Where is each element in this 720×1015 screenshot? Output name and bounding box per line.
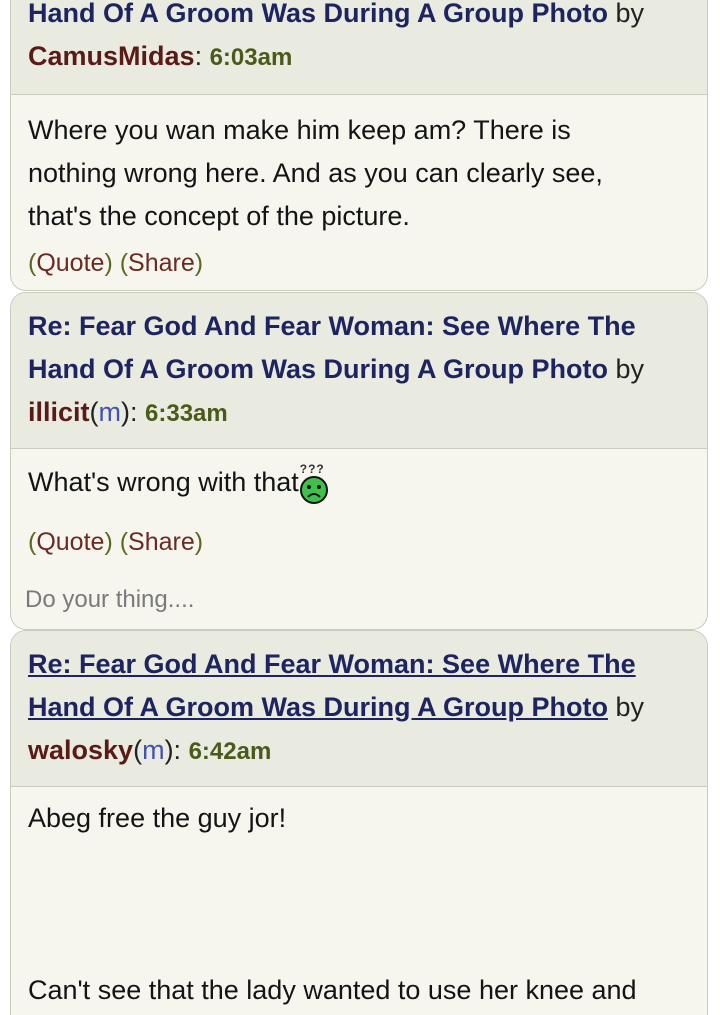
thread-view: Hand Of A Groom Was During A Group Photo… xyxy=(0,0,720,1015)
post-title-link[interactable]: Hand Of A Groom Was During A Group Photo xyxy=(28,0,608,28)
colon: : xyxy=(194,41,210,71)
post-time: 6:42am xyxy=(188,738,272,765)
post-title-link[interactable]: Re: Fear God And Fear Woman: See Where T… xyxy=(28,311,636,341)
post-walosky: Re: Fear God And Fear Woman: See Where T… xyxy=(10,630,708,1015)
body-line: Where you wan make him keep am? There is xyxy=(28,115,571,145)
paren-close: ): xyxy=(121,397,146,427)
question-marks: ??? xyxy=(299,462,325,476)
post-header: Re: Fear God And Fear Woman: See Where T… xyxy=(11,293,707,449)
paren-open: ( xyxy=(133,735,143,765)
author-link[interactable]: CamusMidas xyxy=(28,41,195,71)
post-body: What's wrong with that ??? xyxy=(11,449,707,523)
post-body: Abeg free the guy jor! Can't see that th… xyxy=(11,787,707,1012)
post-actions: (Quote) (Share) xyxy=(28,528,204,556)
post-header: Hand Of A Groom Was During A Group Photo… xyxy=(11,0,707,95)
share-link[interactable]: Share xyxy=(128,528,195,556)
post-illicit: Re: Fear God And Fear Woman: See Where T… xyxy=(10,292,708,578)
post-actions: (Quote) (Share) xyxy=(28,249,204,277)
post-title-link[interactable]: Hand Of A Groom Was During A Group Photo xyxy=(28,692,608,722)
post-time: 6:33am xyxy=(145,400,228,427)
quote-link[interactable]: Quote xyxy=(36,249,104,277)
body-line: Abeg free the guy jor! xyxy=(28,803,287,833)
post-title-link[interactable]: Re: Fear God And Fear Woman: See Where T… xyxy=(28,649,636,679)
paren-close: ): xyxy=(164,735,189,765)
confused-emoji-icon: ??? xyxy=(299,461,329,504)
by-label: by xyxy=(615,354,645,384)
post-body: Where you wan make him keep am? There is… xyxy=(11,95,707,238)
quote-link[interactable]: Quote xyxy=(36,528,104,556)
share-link[interactable]: Share xyxy=(128,249,195,277)
mod-badge[interactable]: m xyxy=(99,397,122,427)
post-header: Re: Fear God And Fear Woman: See Where T… xyxy=(11,631,707,787)
body-line: nothing wrong here. And as you can clear… xyxy=(28,158,603,188)
post-time: 6:03am xyxy=(209,44,293,71)
body-line: that's the concept of the picture. xyxy=(28,201,410,231)
mod-badge[interactable]: m xyxy=(142,735,165,765)
author-link[interactable]: illicit xyxy=(28,397,90,427)
post-title-link[interactable]: Hand Of A Groom Was During A Group Photo xyxy=(28,354,608,384)
paren-open: ( xyxy=(89,397,99,427)
by-label: by xyxy=(615,0,645,28)
author-link[interactable]: walosky xyxy=(28,735,133,765)
post-camusmidas: Hand Of A Groom Was During A Group Photo… xyxy=(10,0,708,291)
body-line: Can't see that the lady wanted to use he… xyxy=(28,975,637,1005)
reply-input[interactable]: Do your thing.... xyxy=(10,576,708,630)
body-line: What's wrong with that xyxy=(28,467,299,497)
by-label: by xyxy=(615,692,645,722)
